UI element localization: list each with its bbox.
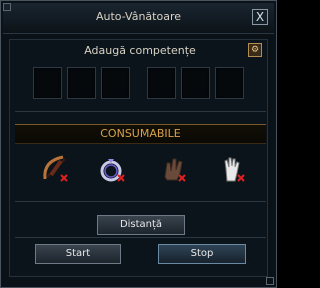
white-glove-icon — [224, 157, 245, 182]
consumable-slot-ring[interactable] — [94, 151, 130, 187]
bow-and-arrow-icon — [43, 155, 68, 182]
corner-ornament — [3, 3, 11, 11]
consumable-slot-white-glove[interactable] — [214, 151, 250, 187]
consumable-slot-glove[interactable] — [155, 151, 191, 187]
auto-hunt-window: Auto-Vânătoare X Adaugă competențe ⚙ CON… — [0, 0, 277, 288]
skill-slot[interactable] — [147, 67, 176, 99]
skill-slot[interactable] — [181, 67, 210, 99]
title-bar[interactable]: Auto-Vânătoare X — [3, 3, 274, 34]
divider — [15, 201, 266, 202]
settings-icon[interactable]: ⚙ — [248, 43, 262, 57]
consumable-slot-bow[interactable] — [37, 151, 73, 187]
window-title: Auto-Vânătoare — [95, 10, 182, 23]
divider — [15, 237, 266, 238]
skill-slot[interactable] — [215, 67, 244, 99]
skill-slot[interactable] — [33, 67, 62, 99]
close-icon[interactable]: X — [252, 9, 268, 25]
skill-slot[interactable] — [67, 67, 96, 99]
divider — [15, 111, 266, 112]
add-skills-label: Adaugă competențe — [84, 44, 196, 57]
stop-button[interactable]: Stop — [158, 244, 246, 264]
ring-icon — [100, 159, 125, 182]
consumables-header: CONSUMABILE — [15, 124, 266, 144]
skill-slot[interactable] — [101, 67, 130, 99]
start-button[interactable]: Start — [35, 244, 121, 264]
distance-button[interactable]: Distanță — [97, 215, 185, 235]
hand-glove-icon — [164, 158, 186, 182]
corner-ornament — [266, 277, 274, 285]
